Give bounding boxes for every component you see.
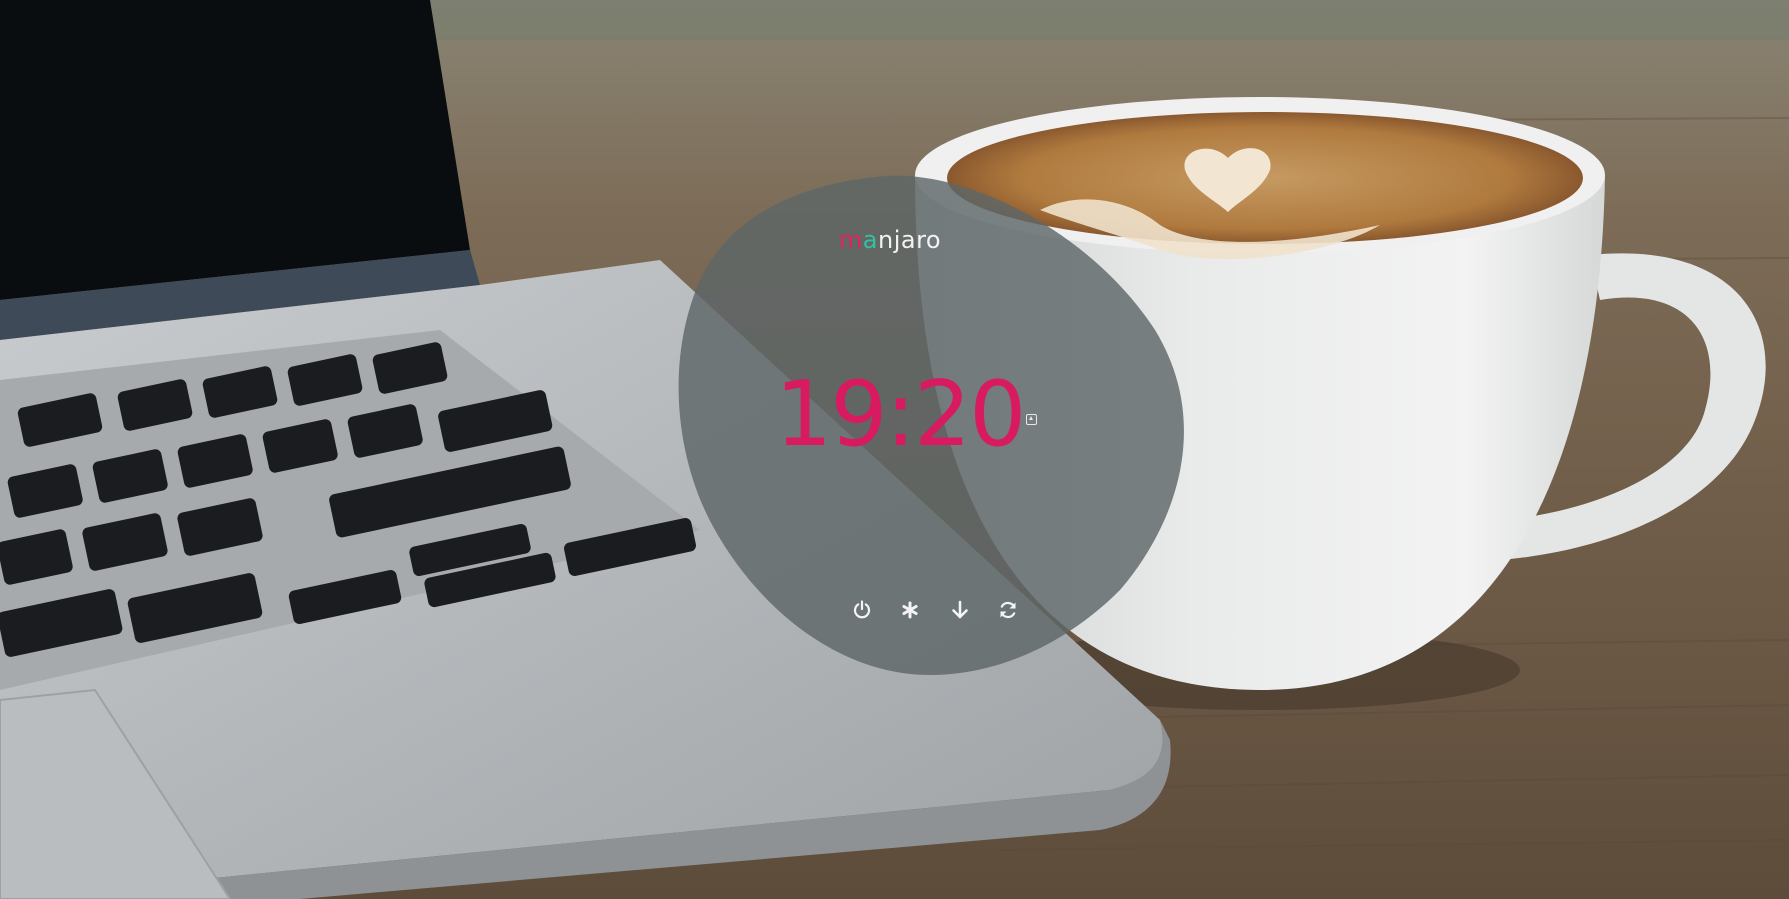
logo-text-rest: njaro [878,226,942,254]
power-icon [853,600,871,619]
clock-time: 19:20 [775,362,1026,467]
settings-button[interactable] [898,598,922,622]
lock-screen: manjaro 19:20 [0,0,1789,899]
restart-button[interactable] [996,598,1020,622]
keyboard-layout-icon[interactable] [1026,414,1037,425]
logo-letter-a: a [862,226,878,254]
refresh-icon [1000,601,1016,619]
arrow-down-icon [952,600,968,619]
logo-letter-m: m [838,226,863,254]
suspend-button[interactable] [948,598,972,622]
asterisk-icon [902,601,918,619]
power-button[interactable] [850,598,874,622]
manjaro-logo: manjaro [826,226,954,254]
